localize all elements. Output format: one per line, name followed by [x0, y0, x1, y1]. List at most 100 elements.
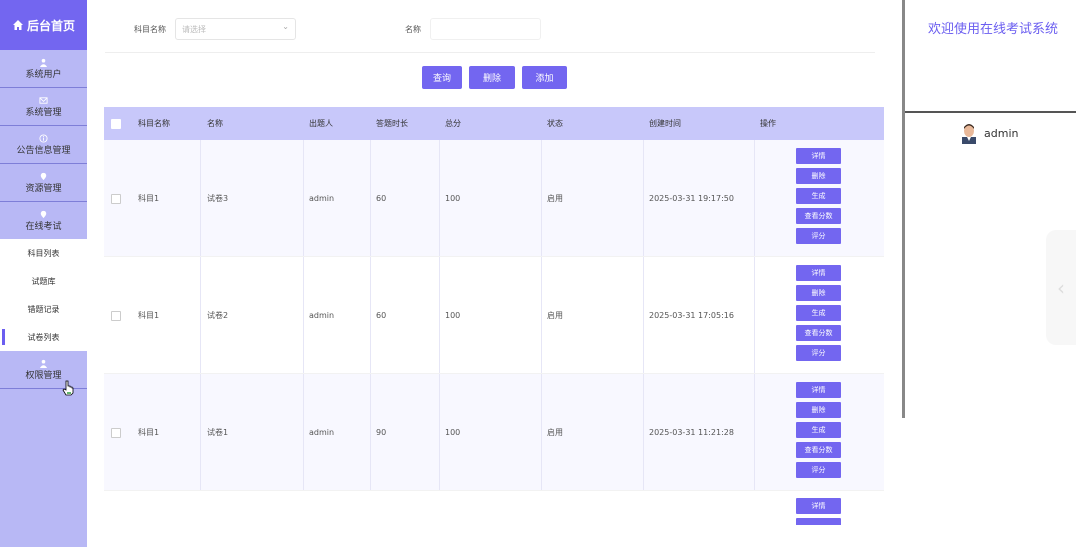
cell-duration: 60	[376, 193, 387, 203]
table-row: 科目1 试卷1 admin 90 100 启用 2025-03-31 11:21…	[104, 374, 884, 491]
user-icon	[39, 57, 49, 67]
menu-label: 系统用户	[25, 70, 62, 80]
detail-button[interactable]: 详情	[796, 498, 841, 514]
menu-label: 资源管理	[25, 184, 62, 194]
row-actions: 详情 删除 生成 查看分数 评分	[796, 265, 841, 361]
table-row-partial: 详情	[104, 491, 884, 525]
header-panel: 欢迎使用在线考试系统 admin ‹	[905, 0, 1076, 547]
cell-name: 试卷2	[207, 310, 229, 320]
detail-button[interactable]: 详情	[796, 148, 841, 164]
username: admin	[984, 126, 1019, 140]
cell-author: admin	[309, 193, 335, 203]
row-actions: 详情	[796, 498, 841, 525]
menu-announcement[interactable]: 公告信息管理	[0, 126, 87, 164]
subject-select-placeholder: 请选择	[182, 24, 206, 34]
avatar	[962, 124, 976, 144]
menu-resources[interactable]: 资源管理	[0, 164, 87, 202]
row-checkbox[interactable]	[111, 428, 121, 438]
cell-status: 启用	[547, 310, 563, 320]
menu-system-users[interactable]: 系统用户	[0, 50, 87, 88]
table-header: 科目名称 名称 出题人 答题时长 总分 状态 创建时间 操作	[104, 107, 884, 140]
home-icon	[12, 20, 23, 30]
detail-button[interactable]: 详情	[796, 265, 841, 281]
cell-created: 2025-03-31 11:21:28	[649, 427, 734, 437]
submenu-paper-list[interactable]: 试卷列表	[0, 323, 87, 351]
logo-label: 后台首页	[26, 18, 75, 33]
header-subject: 科目名称	[138, 119, 170, 128]
submenu-subject-list[interactable]: 科目列表	[0, 239, 87, 267]
cell-score: 100	[445, 310, 461, 320]
submenu-label: 科目列表	[27, 248, 60, 258]
cell-subject: 科目1	[138, 427, 160, 437]
header-name: 名称	[207, 119, 223, 128]
menu-system-management[interactable]: 系统管理	[0, 88, 87, 126]
filter-bar: 科目名称 请选择 ⌄ 名称	[105, 18, 875, 53]
select-all-checkbox[interactable]	[111, 119, 121, 129]
cell-status: 启用	[547, 193, 563, 203]
cell-name: 试卷3	[207, 193, 229, 203]
grade-button[interactable]: 评分	[796, 345, 841, 361]
cell-duration: 60	[376, 310, 387, 320]
hand-cursor-icon	[62, 380, 74, 396]
mail-icon	[39, 95, 49, 105]
grade-button[interactable]: 评分	[796, 228, 841, 244]
name-input[interactable]	[430, 18, 541, 40]
generate-button[interactable]: 生成	[796, 422, 841, 438]
row-checkbox[interactable]	[111, 194, 121, 204]
user-icon	[39, 358, 49, 368]
menu-label: 在线考试	[25, 222, 62, 232]
info-icon	[39, 133, 49, 143]
subject-select[interactable]: 请选择 ⌄	[175, 18, 296, 40]
menu-online-exam[interactable]: 在线考试	[0, 202, 87, 239]
query-button[interactable]: 查询	[422, 66, 462, 89]
submenu-label: 试卷列表	[27, 332, 60, 342]
detail-button[interactable]: 详情	[796, 382, 841, 398]
horizontal-divider	[905, 111, 1076, 113]
view-score-button[interactable]: 查看分数	[796, 442, 841, 458]
grade-button[interactable]: 评分	[796, 462, 841, 478]
chevron-down-icon: ⌄	[282, 22, 289, 31]
view-score-button[interactable]: 查看分数	[796, 325, 841, 341]
cell-duration: 90	[376, 427, 387, 437]
header-actions: 操作	[760, 119, 776, 128]
header-created: 创建时间	[649, 119, 681, 128]
submenu-question-bank[interactable]: 试题库	[0, 267, 87, 295]
submenu-label: 试题库	[31, 276, 56, 286]
chevron-left-icon[interactable]: ‹	[1046, 230, 1076, 345]
user-info[interactable]: admin	[960, 122, 1018, 144]
cell-status: 启用	[547, 427, 563, 437]
delete-row-button[interactable]: 删除	[796, 402, 841, 418]
row-actions: 详情 删除 生成 查看分数 评分	[796, 382, 841, 478]
row-actions: 详情 删除 生成 查看分数 评分	[796, 148, 841, 244]
submenu-wrong-records[interactable]: 错题记录	[0, 295, 87, 323]
action-buttons: 查询 删除 添加	[422, 66, 567, 89]
cell-created: 2025-03-31 19:17:50	[649, 193, 734, 203]
cell-author: admin	[309, 427, 335, 437]
location-icon	[39, 209, 49, 219]
location-icon	[39, 171, 49, 181]
cell-subject: 科目1	[138, 193, 160, 203]
submenu: 科目列表 试题库 错题记录 试卷列表	[0, 239, 87, 351]
row-checkbox[interactable]	[111, 311, 121, 321]
cell-subject: 科目1	[138, 310, 160, 320]
delete-row-button[interactable]: 删除	[796, 285, 841, 301]
generate-button[interactable]: 生成	[796, 188, 841, 204]
generate-button[interactable]: 生成	[796, 305, 841, 321]
subject-filter-label: 科目名称	[134, 25, 166, 34]
table-row: 科目1 试卷3 admin 60 100 启用 2025-03-31 19:17…	[104, 140, 884, 257]
delete-row-button[interactable]: 删除	[796, 168, 841, 184]
view-score-button[interactable]: 查看分数	[796, 208, 841, 224]
menu-label: 权限管理	[25, 371, 62, 381]
cell-name: 试卷1	[207, 427, 229, 437]
delete-button[interactable]: 删除	[469, 66, 515, 89]
papers-table: 科目名称 名称 出题人 答题时长 总分 状态 创建时间 操作 科目1 试卷3 a…	[104, 107, 884, 525]
cell-score: 100	[445, 193, 461, 203]
menu-label: 系统管理	[25, 108, 62, 118]
delete-row-button-partial[interactable]	[796, 518, 841, 525]
home-link[interactable]: 后台首页	[0, 0, 87, 50]
header-author: 出题人	[309, 119, 333, 128]
main-content: 科目名称 请选择 ⌄ 名称 查询 删除 添加 科目名称 名称 出题人 答题时长 …	[87, 0, 900, 547]
welcome-title: 欢迎使用在线考试系统	[928, 22, 1059, 37]
add-button[interactable]: 添加	[522, 66, 567, 89]
header-status: 状态	[547, 119, 563, 128]
